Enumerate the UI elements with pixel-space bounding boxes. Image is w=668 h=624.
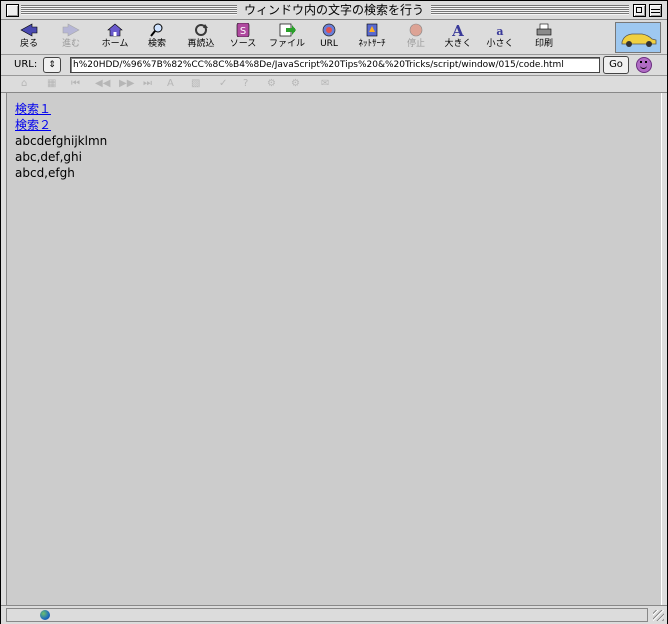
smaller-font-icon: a bbox=[491, 23, 509, 38]
reload-icon bbox=[192, 23, 210, 38]
url-label: URL: bbox=[14, 59, 38, 70]
bigger-font-icon: A bbox=[449, 22, 467, 40]
text-icon[interactable]: A bbox=[167, 78, 174, 89]
collapse-box[interactable] bbox=[649, 4, 662, 17]
status-bar bbox=[1, 605, 667, 624]
next-icon[interactable]: ▶▶ bbox=[119, 78, 134, 89]
grid-icon[interactable]: ▦ bbox=[47, 78, 56, 89]
reload-button[interactable]: 再読込 bbox=[181, 23, 221, 53]
search-link-2[interactable]: 検索２ bbox=[15, 117, 51, 133]
check-icon[interactable]: ✓ bbox=[219, 78, 227, 89]
url-input[interactable]: h%20HDD/%96%7B%82%CC%8C%B4%8De/JavaScrip… bbox=[70, 57, 600, 73]
go-button[interactable]: Go bbox=[603, 56, 629, 74]
title-bar[interactable]: ウィンドウ内の文字の検索を行う bbox=[1, 1, 667, 20]
settings-icon[interactable]: ⚙ bbox=[267, 78, 276, 89]
url-bar: URL: ⇕ h%20HDD/%96%7B%82%CC%8C%B4%8De/Ja… bbox=[1, 55, 667, 76]
source-button[interactable]: S ソース bbox=[223, 22, 263, 53]
image-icon[interactable]: ▧ bbox=[191, 78, 200, 89]
resize-grip-icon[interactable] bbox=[653, 610, 664, 621]
car-logo bbox=[615, 22, 661, 53]
help-icon[interactable]: ? bbox=[243, 78, 248, 89]
last-icon[interactable]: ⏭ bbox=[143, 78, 152, 89]
secondary-toolbar: ⌂ ▦ ⏮ ◀◀ ▶▶ ⏭ A ▧ ✓ ? ⚙ ⚙ ✉ bbox=[1, 76, 667, 93]
prev-icon[interactable]: ◀◀ bbox=[95, 78, 110, 89]
print-icon bbox=[535, 23, 553, 38]
print-button[interactable]: 印刷 bbox=[524, 23, 564, 53]
svg-text:a: a bbox=[496, 25, 503, 37]
url-button[interactable]: URL bbox=[309, 23, 349, 53]
forward-arrow-icon bbox=[62, 23, 80, 38]
url-globe-icon bbox=[320, 23, 338, 38]
text-line-2: abc,def,ghi bbox=[15, 150, 82, 164]
status-field bbox=[6, 608, 648, 622]
text-line-3: abcd,efgh bbox=[15, 166, 75, 180]
mail-icon[interactable]: ✉ bbox=[321, 78, 329, 89]
tools-icon[interactable]: ⚙ bbox=[291, 78, 300, 89]
forward-button[interactable]: 進む bbox=[51, 23, 91, 53]
stop-icon bbox=[407, 23, 425, 38]
page-content: 検索１ 検索２ abcdefghijklmn abc,def,ghi abcd,… bbox=[6, 93, 662, 605]
zoom-box[interactable] bbox=[633, 4, 646, 17]
home-button[interactable]: ホーム bbox=[95, 23, 135, 53]
close-box[interactable] bbox=[6, 4, 19, 17]
search-button[interactable]: 検索 bbox=[137, 23, 177, 53]
window-title: ウィンドウ内の文字の検索を行う bbox=[237, 2, 431, 18]
first-icon[interactable]: ⏮ bbox=[71, 78, 80, 89]
browser-window: ウィンドウ内の文字の検索を行う 戻る 進む ホーム 検索 再読込 S ソース フ… bbox=[0, 0, 668, 624]
net-search-icon bbox=[363, 23, 381, 38]
smaller-button[interactable]: a 小さく bbox=[480, 23, 520, 53]
svg-text:A: A bbox=[451, 23, 464, 37]
smiley-icon[interactable] bbox=[636, 57, 652, 73]
search-link-1[interactable]: 検索１ bbox=[15, 101, 51, 117]
stop-button[interactable]: 停止 bbox=[396, 23, 436, 53]
toolbar: 戻る 進む ホーム 検索 再読込 S ソース ファイル URL ﾈｯﾄｻｰﾁ 停… bbox=[1, 20, 667, 55]
home-icon bbox=[106, 23, 124, 38]
url-history-stepper[interactable]: ⇕ bbox=[43, 57, 61, 73]
back-button[interactable]: 戻る bbox=[9, 23, 49, 53]
source-icon: S bbox=[234, 22, 252, 38]
back-arrow-icon bbox=[20, 23, 38, 38]
magnifier-icon bbox=[148, 23, 166, 38]
svg-text:S: S bbox=[240, 26, 246, 37]
home-icon[interactable]: ⌂ bbox=[21, 78, 27, 89]
globe-icon bbox=[40, 610, 50, 620]
text-line-1: abcdefghijklmn bbox=[15, 134, 108, 148]
bigger-button[interactable]: A 大きく bbox=[438, 22, 478, 53]
file-icon bbox=[278, 23, 296, 38]
net-search-button[interactable]: ﾈｯﾄｻｰﾁ bbox=[352, 23, 392, 53]
file-button[interactable]: ファイル bbox=[267, 23, 307, 53]
